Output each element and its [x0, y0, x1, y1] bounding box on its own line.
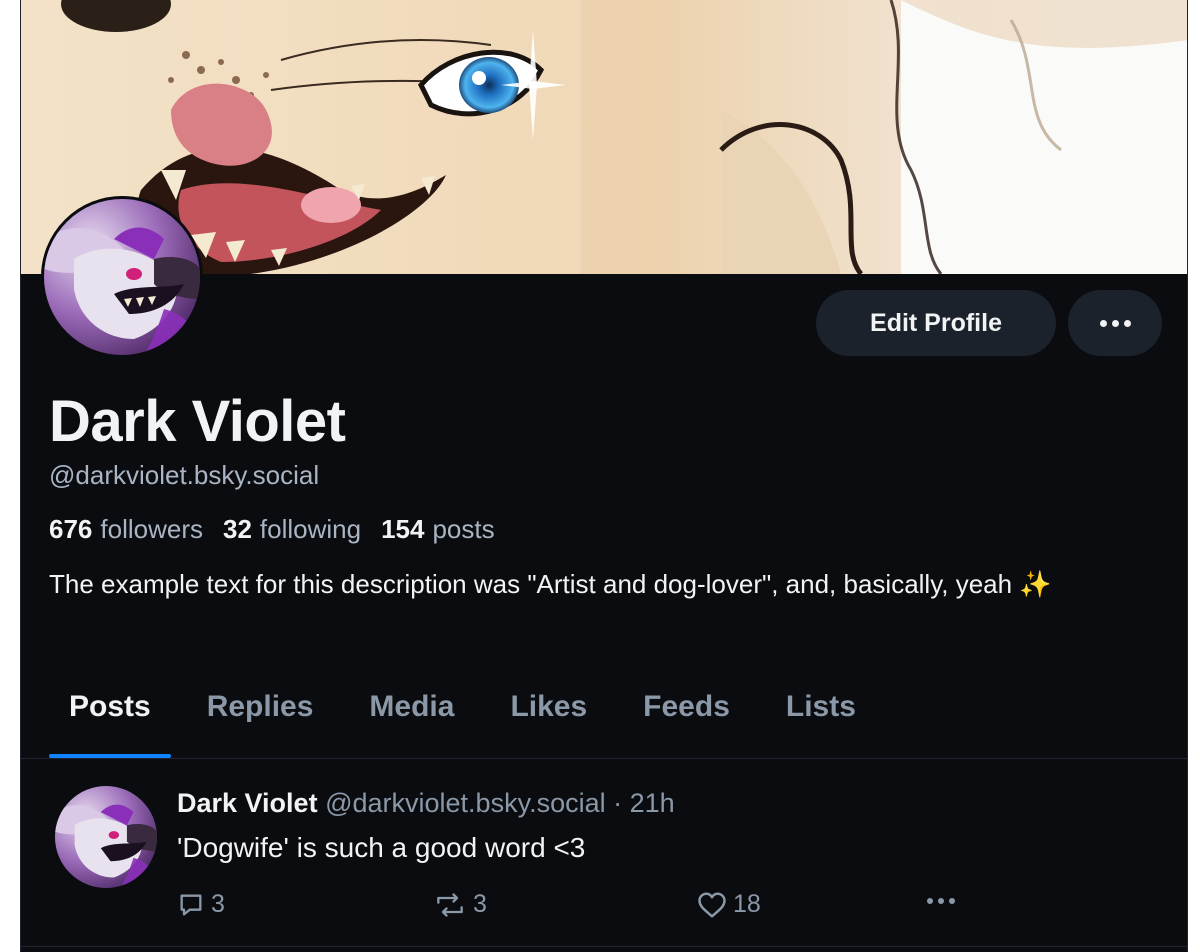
following-count: 32 — [222, 514, 252, 544]
post-author-avatar[interactable] — [55, 786, 157, 888]
repost-count: 3 — [473, 890, 487, 918]
page-frame: Edit Profile Dark Violet @darkviolet.bsk… — [0, 0, 1200, 952]
like-button[interactable]: 18 — [697, 890, 761, 919]
avatar-artwork — [44, 199, 200, 355]
followers-stat[interactable]: 676 followers — [49, 514, 203, 545]
post-time[interactable]: 21h — [630, 788, 675, 818]
reply-count: 3 — [211, 890, 225, 918]
like-count: 18 — [733, 890, 761, 918]
ellipsis-icon — [927, 898, 955, 904]
post-divider — [21, 946, 1187, 947]
posts-stat: 154 posts — [381, 514, 495, 545]
ellipsis-icon — [1099, 319, 1131, 327]
tabs-divider — [21, 758, 1187, 759]
post-separator: · — [613, 788, 623, 818]
profile-avatar[interactable] — [41, 196, 203, 358]
followers-count: 676 — [49, 514, 93, 544]
banner-artwork — [21, 0, 1187, 274]
profile-display-name: Dark Violet — [49, 389, 346, 454]
tab-feeds[interactable]: Feeds — [623, 688, 750, 758]
post-author-handle[interactable]: @darkviolet.bsky.social — [325, 788, 606, 818]
posts-label: posts — [432, 514, 495, 544]
profile-stats: 676 followers 32 following 154 posts — [49, 514, 495, 545]
profile-handle: @darkviolet.bsky.social — [49, 460, 320, 490]
repost-icon — [437, 892, 463, 917]
reply-icon — [180, 894, 202, 915]
profile-tabs: Posts Replies Media Likes Feeds Lists — [49, 688, 892, 758]
post-author-name[interactable]: Dark Violet — [177, 788, 318, 818]
tab-posts[interactable]: Posts — [49, 688, 171, 758]
post-actions: 3 3 18 — [177, 890, 977, 924]
edit-profile-button[interactable]: Edit Profile — [816, 290, 1056, 356]
profile-more-button[interactable] — [1068, 290, 1162, 356]
reply-button[interactable]: 3 — [177, 890, 225, 919]
heart-icon — [698, 892, 726, 917]
following-stat[interactable]: 32 following — [223, 514, 361, 545]
tab-media[interactable]: Media — [349, 688, 474, 758]
post-text: 'Dogwife' is such a good word <3 — [177, 832, 586, 863]
profile-bio: The example text for this description wa… — [49, 569, 1052, 599]
post-more-button[interactable] — [927, 898, 955, 904]
posts-count: 154 — [381, 514, 425, 544]
followers-label: followers — [100, 514, 203, 544]
profile-panel: Edit Profile Dark Violet @darkviolet.bsk… — [20, 0, 1188, 952]
tab-likes[interactable]: Likes — [490, 688, 607, 758]
tab-replies[interactable]: Replies — [187, 688, 334, 758]
following-label: following — [259, 514, 362, 544]
post-avatar-artwork — [55, 786, 157, 888]
profile-banner[interactable] — [21, 0, 1187, 274]
tab-lists[interactable]: Lists — [766, 688, 876, 758]
repost-button[interactable]: 3 — [433, 890, 487, 919]
post-header: Dark Violet @darkviolet.bsky.social · 21… — [177, 788, 675, 819]
